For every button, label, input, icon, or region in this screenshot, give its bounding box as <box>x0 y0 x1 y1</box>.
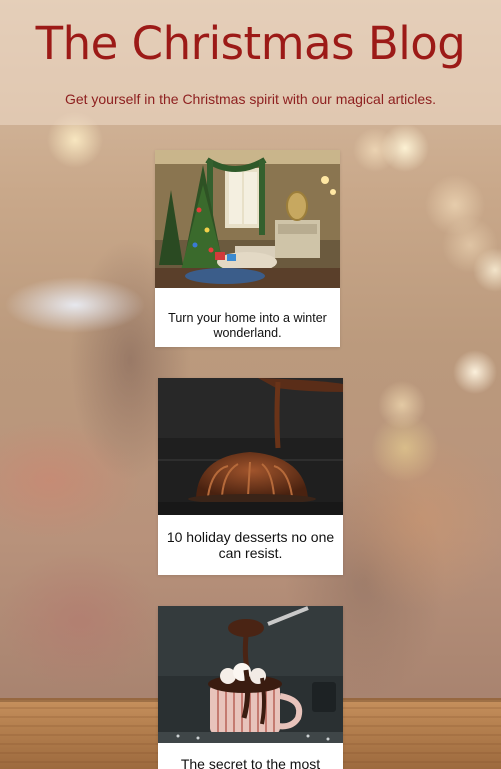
article-title[interactable]: Turn your home into a winter wonderland. <box>155 311 340 341</box>
decorated-living-room-image[interactable] <box>155 150 340 288</box>
article-card-holiday-desserts[interactable]: 10 holiday desserts no one can resist. <box>158 378 343 575</box>
site-title[interactable]: The Christmas Blog <box>0 14 501 74</box>
site-tagline: Get yourself in the Christmas spirit wit… <box>64 91 437 107</box>
article-card-winter-wonderland[interactable]: Turn your home into a winter wonderland. <box>155 150 340 347</box>
hot-chocolate-mug-image[interactable] <box>158 606 343 743</box>
chocolate-bundt-cake-image[interactable] <box>158 378 343 515</box>
article-title[interactable]: The secret to the most <box>158 756 343 769</box>
site-header: The Christmas Blog Get yourself in the C… <box>0 0 501 125</box>
article-title[interactable]: 10 holiday desserts no one can resist. <box>158 529 343 561</box>
article-card-hot-chocolate[interactable]: The secret to the most <box>158 606 343 769</box>
